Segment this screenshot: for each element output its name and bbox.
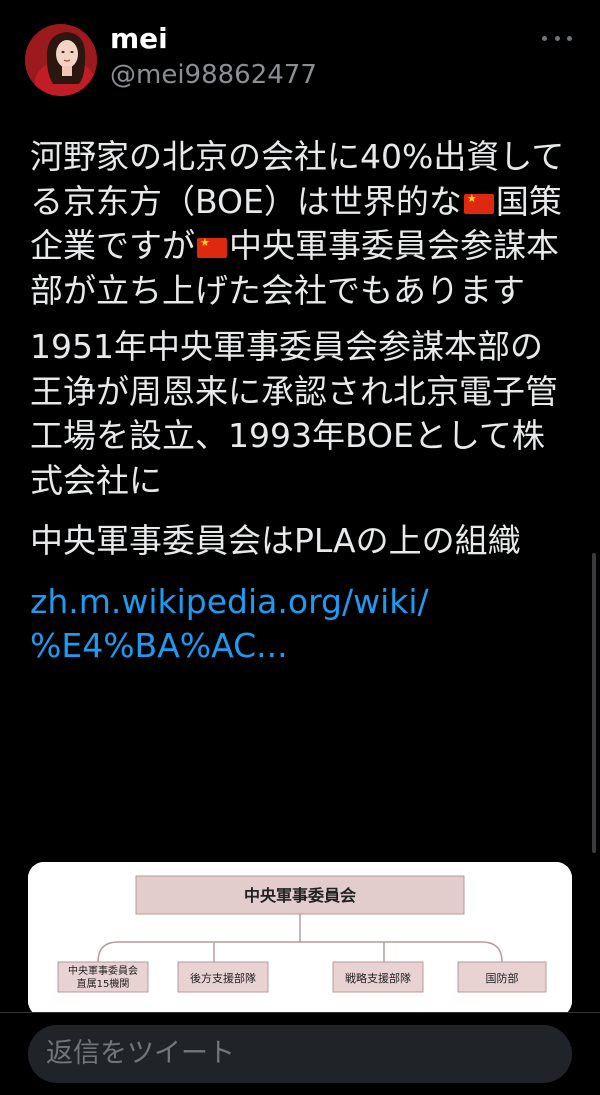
tweet-header: mei @mei98862477 [0, 0, 600, 110]
user-handle[interactable]: @mei98862477 [110, 60, 317, 90]
reply-input[interactable] [28, 1025, 572, 1083]
scrollbar[interactable] [592, 553, 596, 853]
more-options-icon[interactable] [542, 28, 572, 48]
reply-bar [0, 1012, 600, 1095]
link-text-line: %E4%BA%AC... [30, 626, 288, 665]
tweet-paragraph: 河野家の北京の会社に40%出資してる京东方（BOE）は世界的な国策企業ですが中央… [30, 135, 575, 313]
chart-box-label: 直属15機関 [77, 977, 130, 990]
display-name[interactable]: mei [110, 22, 168, 55]
china-flag-icon [463, 192, 494, 214]
tweet-paragraph: 中央軍事委員会はPLAの上の組織 [30, 521, 521, 560]
wikipedia-link[interactable]: zh.m.wikipedia.org/wiki/ %E4%BA%AC... [30, 580, 575, 669]
tweet-text: 河野家の北京の会社に40%出資してる京东方（BOE）は世界的な国策企業ですが中央… [30, 135, 575, 669]
chart-top-box-label: 中央軍事委員会 [244, 886, 356, 905]
tweet-paragraph: 1951年中央軍事委員会参謀本部の王诤が周恩来に承認され北京電子管工場を設立、1… [30, 327, 558, 500]
chart-box-label: 後方支援部隊 [190, 971, 256, 985]
avatar[interactable] [25, 24, 97, 96]
chart-box-label: 中央軍事委員会 [68, 964, 138, 977]
attached-image[interactable]: 中央軍事委員会 中央軍事委員会 直属15機関 後方支援部隊 戦略支援部隊 国防部 [28, 862, 572, 1017]
link-text-line: zh.m.wikipedia.org/wiki/ [30, 581, 429, 621]
chart-box-label: 戦略支援部隊 [345, 971, 411, 985]
china-flag-icon [197, 236, 227, 258]
tweet-detail-page: mei @mei98862477 河野家の北京の会社に40%出資してる京东方（B… [0, 0, 600, 1095]
avatar-photo-icon [25, 24, 97, 96]
chart-box-label: 国防部 [486, 971, 519, 985]
org-chart-image: 中央軍事委員会 中央軍事委員会 直属15機関 後方支援部隊 戦略支援部隊 国防部 [28, 862, 572, 1017]
